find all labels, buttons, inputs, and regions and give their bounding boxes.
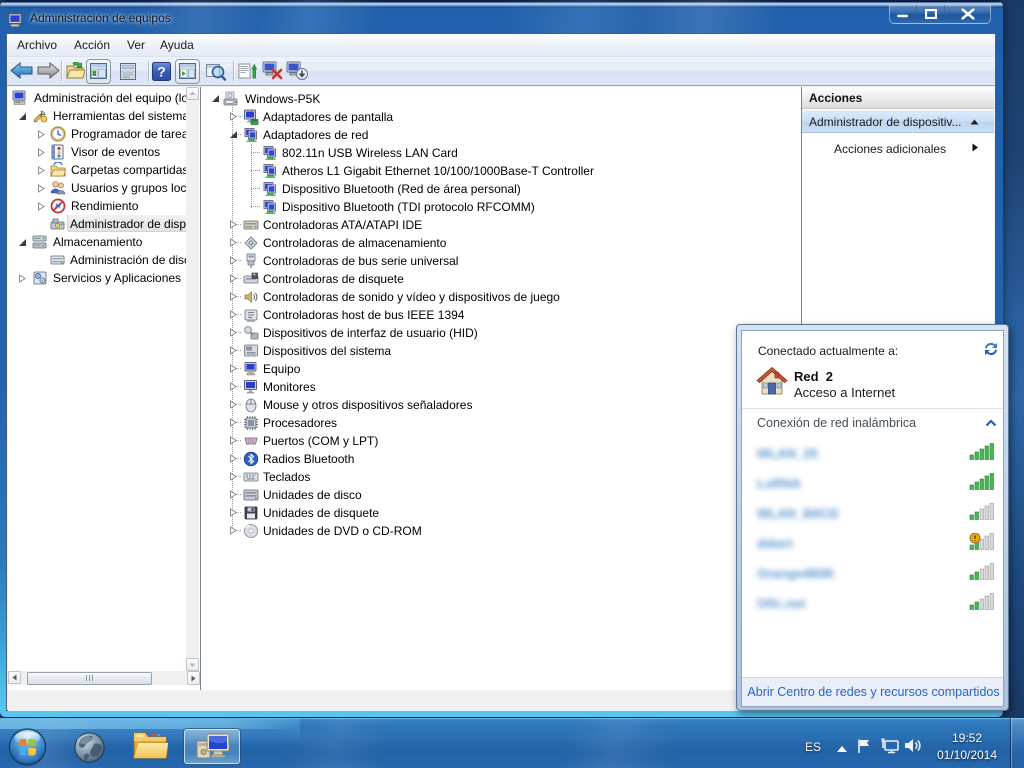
svg-text:?: ? (157, 64, 166, 80)
